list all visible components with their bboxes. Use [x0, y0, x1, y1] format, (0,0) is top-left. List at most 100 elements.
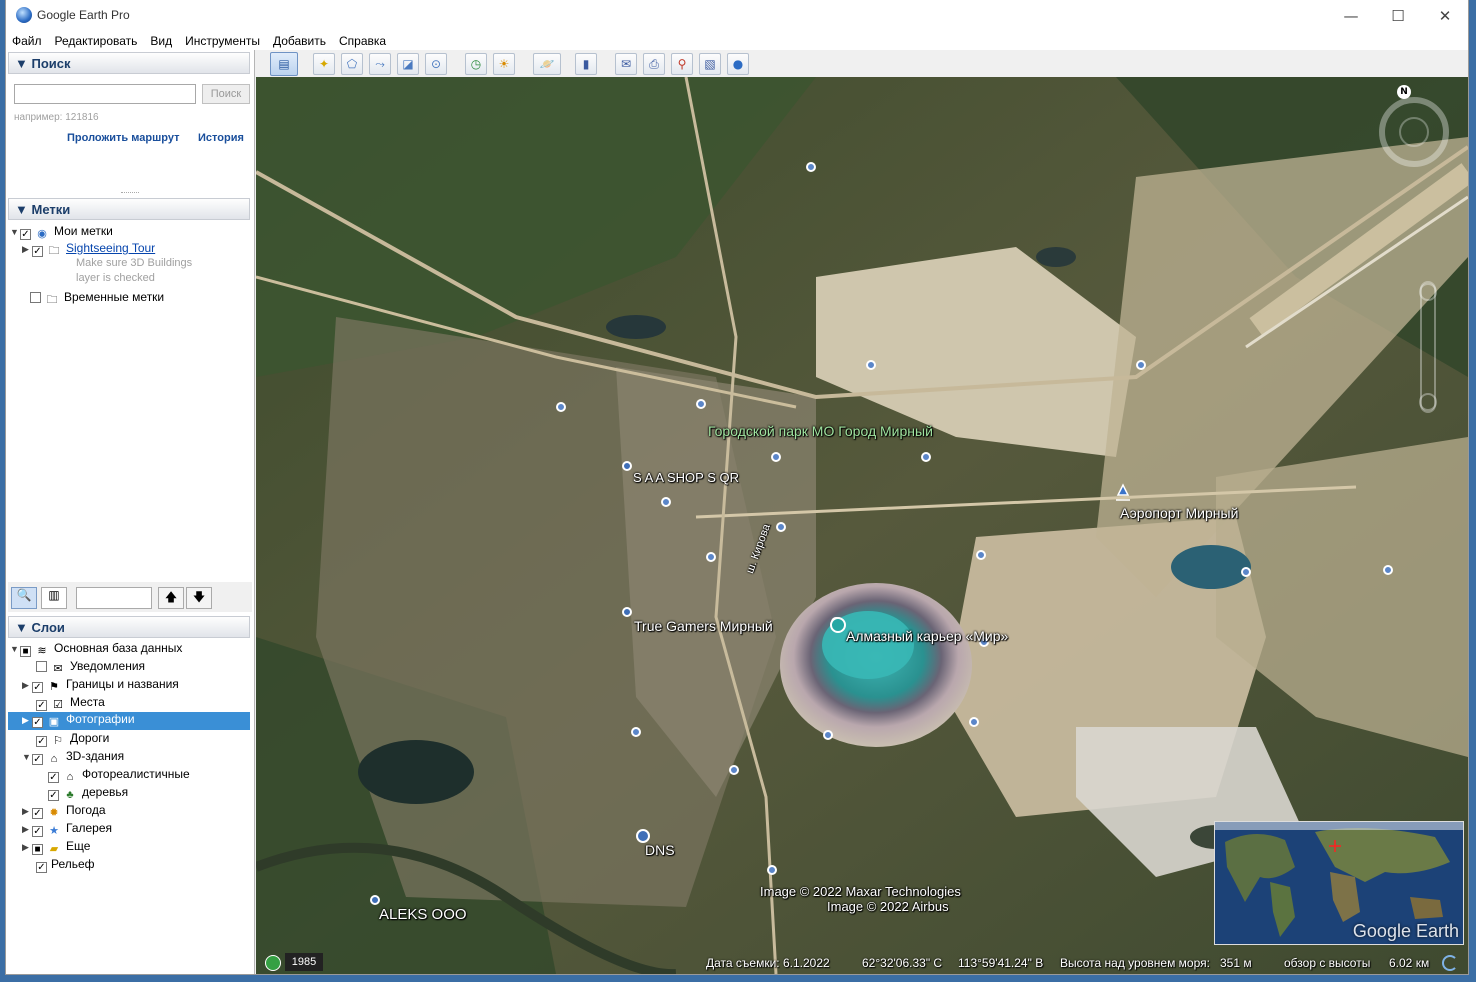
photorealistic-checkbox[interactable]: ✓ — [48, 772, 59, 783]
earth-map-view[interactable]: N Городской парк МО Город Мирный S A A S… — [256, 77, 1468, 974]
image-icon: ▧ — [704, 57, 716, 71]
layer-photorealistic[interactable]: ✓ ⌂ Фотореалистичные — [38, 767, 190, 784]
overview-map[interactable]: Google Earth — [1214, 821, 1464, 945]
layer-places[interactable]: ✓ ☑ Места — [26, 695, 105, 712]
add-path-button[interactable]: ⤳ — [369, 53, 391, 75]
add-placemark-button[interactable]: ✦ — [313, 53, 335, 75]
elevation-label: Высота над уровнем моря: — [1060, 956, 1210, 970]
places-sightseeing-tour[interactable]: ▶ ✓ 🗀 Sightseeing Tour — [22, 241, 155, 258]
primary-db-checkbox[interactable]: ■ — [20, 646, 31, 657]
polygon-icon: ⬠ — [346, 57, 358, 71]
printer-icon: ⎙ — [649, 56, 659, 71]
places-layer-checkbox[interactable]: ✓ — [36, 700, 47, 711]
3d-buildings-checkbox[interactable]: ✓ — [32, 754, 43, 765]
compass-north-badge[interactable]: N — [1397, 85, 1411, 99]
layer-trees[interactable]: ✓ ♣ деревья — [38, 785, 128, 802]
add-overlay-button[interactable]: ◪ — [397, 53, 419, 75]
sightseeing-link[interactable]: Sightseeing Tour — [66, 241, 155, 255]
layer-roads[interactable]: ✓ ⚐ Дороги — [26, 731, 109, 748]
save-image-button[interactable]: ▧ — [699, 53, 721, 75]
panel-splitter[interactable] — [121, 192, 139, 196]
shop-label[interactable]: S A A SHOP S QR — [633, 470, 739, 485]
envelope-icon: ✉ — [53, 663, 63, 675]
menu-view[interactable]: Вид — [144, 32, 179, 50]
layer-gallery[interactable]: ▶ ✓ ★ Галерея — [22, 821, 112, 838]
aleks-pin[interactable] — [370, 895, 380, 905]
menu-file[interactable]: Файл — [6, 32, 49, 50]
sunlight-button[interactable]: ☀ — [493, 53, 515, 75]
temporary-checkbox[interactable] — [30, 292, 41, 303]
quarry-label[interactable]: Алмазный карьер «Мир» — [846, 628, 1008, 644]
sidebar-icon: ▤ — [278, 57, 290, 71]
terrain-checkbox[interactable]: ✓ — [36, 862, 47, 873]
search-panel-toggle-button[interactable]: 🔍 — [11, 587, 37, 609]
close-button[interactable]: ✕ — [1422, 0, 1468, 32]
move-down-button[interactable]: 🡇 — [186, 587, 212, 609]
menu-help[interactable]: Справка — [333, 32, 393, 50]
latitude: 62°32'06.33" С — [862, 956, 943, 970]
history-link[interactable]: История — [198, 132, 244, 144]
layer-more[interactable]: ▶ ■ ▰ Еще — [22, 839, 90, 856]
print-button[interactable]: ⎙ — [643, 53, 665, 75]
email-button[interactable]: ✉ — [615, 53, 637, 75]
movie-maker-button[interactable]: ● — [727, 53, 749, 75]
envelope-icon: ✉ — [620, 57, 632, 71]
panel-toggle-button[interactable]: ▥ — [41, 587, 67, 609]
places-layer-label: Места — [70, 695, 105, 709]
places-filter-input[interactable] — [76, 587, 152, 609]
layer-photos[interactable]: ▶ ✓ ▣ Фотографии — [8, 712, 250, 730]
photo-icon: ▣ — [48, 716, 60, 728]
sidebar-toggle-button[interactable]: ▤ — [270, 52, 298, 76]
places-header[interactable]: ▼ Метки — [8, 198, 250, 220]
directions-link[interactable]: Проложить маршрут — [67, 132, 179, 144]
places-my-places[interactable]: ▼ ✓ ◉ Мои метки — [10, 224, 113, 241]
trees-checkbox[interactable]: ✓ — [48, 790, 59, 801]
borders-checkbox[interactable]: ✓ — [32, 682, 43, 693]
search-input[interactable] — [14, 84, 196, 104]
search-header[interactable]: ▼ Поиск — [8, 52, 250, 74]
planets-button[interactable]: 🪐 — [533, 53, 561, 75]
photos-checkbox[interactable]: ✓ — [32, 717, 43, 728]
ruler-button[interactable]: ▮ — [575, 53, 597, 75]
layer-weather[interactable]: ▶ ✓ ✹ Погода — [22, 803, 106, 820]
park-label[interactable]: Городской парк МО Город Мирный — [708, 423, 933, 439]
menu-edit[interactable]: Редактировать — [49, 32, 145, 50]
places-temporary[interactable]: 🗀 Временные метки — [20, 290, 164, 307]
move-up-button[interactable]: 🡅 — [158, 587, 184, 609]
weather-checkbox[interactable]: ✓ — [32, 808, 43, 819]
status-bar: 1985 Дата съемки: 6.1.2022 62°32'06.33" … — [256, 950, 1468, 974]
gamers-pin[interactable] — [622, 607, 632, 617]
layer-notifications[interactable]: ✉ Уведомления — [26, 659, 145, 676]
historical-imagery-button[interactable]: ◷ — [465, 53, 487, 75]
tree-icon: ♣ — [66, 789, 74, 801]
gallery-checkbox[interactable]: ✓ — [32, 826, 43, 837]
google-maps-button[interactable]: ⚲ — [671, 53, 693, 75]
my-places-checkbox[interactable]: ✓ — [20, 229, 31, 240]
record-tour-button[interactable]: ⊙ — [425, 53, 447, 75]
notifications-label: Уведомления — [70, 659, 146, 673]
layers-header[interactable]: ▼ Слои — [8, 616, 250, 638]
gamers-label[interactable]: True Gamers Мирный — [634, 618, 773, 634]
layer-3d-buildings[interactable]: ▼ ✓ ⌂ 3D-здания — [22, 749, 124, 766]
dns-label[interactable]: DNS — [645, 842, 675, 858]
menu-add[interactable]: Добавить — [267, 32, 333, 50]
search-button[interactable]: Поиск — [202, 84, 250, 104]
dns-pin[interactable] — [636, 829, 650, 843]
menu-tools[interactable]: Инструменты — [179, 32, 267, 50]
airport-label[interactable]: Аэропорт Мирный — [1120, 505, 1238, 521]
notifications-checkbox[interactable] — [36, 661, 47, 672]
sightseeing-checkbox[interactable]: ✓ — [32, 246, 43, 257]
layer-terrain[interactable]: ✓ Рельеф — [26, 857, 95, 874]
search-hint: например: 121816 — [14, 112, 99, 123]
add-polygon-button[interactable]: ⬠ — [341, 53, 363, 75]
year-badge[interactable]: 1985 — [285, 953, 323, 971]
layer-primary-db[interactable]: ▼ ■ ≋ Основная база данных — [10, 641, 182, 658]
aleks-label[interactable]: ALEKS OOO — [379, 906, 467, 923]
historical-imagery-icon[interactable] — [265, 955, 281, 971]
more-checkbox[interactable]: ■ — [32, 844, 43, 855]
maximize-button[interactable]: ☐ — [1375, 0, 1421, 32]
shop-pin[interactable] — [622, 461, 632, 471]
layer-borders[interactable]: ▶ ✓ ⚑ Границы и названия — [22, 677, 179, 694]
roads-checkbox[interactable]: ✓ — [36, 736, 47, 747]
minimize-button[interactable]: — — [1328, 0, 1374, 32]
